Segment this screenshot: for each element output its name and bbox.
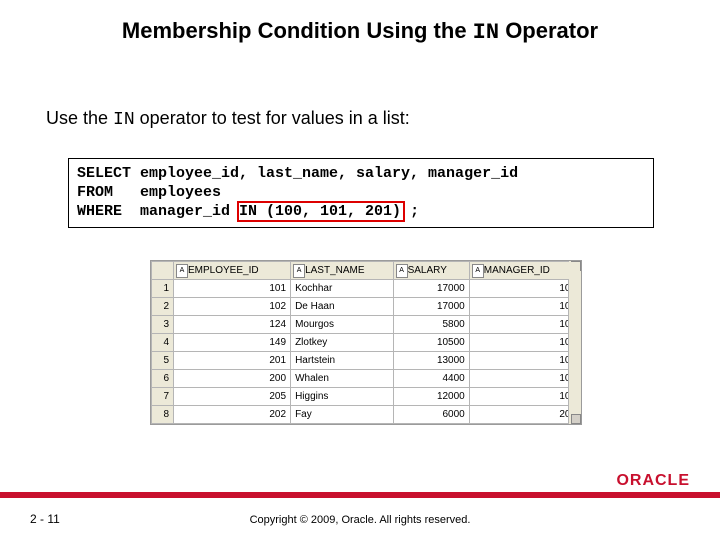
header-label: SALARY — [408, 265, 447, 276]
cell-manager-id: 100 — [469, 334, 580, 352]
cell-salary: 10500 — [393, 334, 469, 352]
cell-last-name: De Haan — [291, 298, 394, 316]
cell-salary: 5800 — [393, 316, 469, 334]
cell-last-name: Fay — [291, 406, 394, 424]
table-row: 1101Kochhar17000100 — [152, 280, 581, 298]
column-icon: A — [472, 264, 484, 278]
cell-manager-id: 201 — [469, 406, 580, 424]
title-mono: IN — [473, 20, 499, 45]
cell-manager-id: 101 — [469, 370, 580, 388]
cell-employee-id: 101 — [174, 280, 291, 298]
cell-last-name: Kochhar — [291, 280, 394, 298]
cell-last-name: Higgins — [291, 388, 394, 406]
subtitle-pre: Use the — [46, 108, 113, 128]
footer-red-bar — [0, 492, 720, 498]
row-number: 1 — [152, 280, 174, 298]
column-icon: A — [396, 264, 408, 278]
cell-last-name: Hartstein — [291, 352, 394, 370]
results-table: AEMPLOYEE_ID ALAST_NAME ASALARY AMANAGER… — [151, 261, 581, 424]
copyright-text: Copyright © 2009, Oracle. All rights res… — [0, 514, 720, 526]
header-employee-id: AEMPLOYEE_ID — [174, 262, 291, 280]
header-manager-id: AMANAGER_ID — [469, 262, 580, 280]
table-row: 6200Whalen4400101 — [152, 370, 581, 388]
results-grid: AEMPLOYEE_ID ALAST_NAME ASALARY AMANAGER… — [150, 260, 582, 425]
scrollbar-stub — [568, 261, 581, 424]
cell-employee-id: 149 — [174, 334, 291, 352]
cell-last-name: Whalen — [291, 370, 394, 388]
cell-salary: 4400 — [393, 370, 469, 388]
table-row: 5201Hartstein13000100 — [152, 352, 581, 370]
table-row: 7205Higgins12000101 — [152, 388, 581, 406]
code-line-3b: ; — [401, 203, 419, 220]
table-header-row: AEMPLOYEE_ID ALAST_NAME ASALARY AMANAGER… — [152, 262, 581, 280]
header-salary: ASALARY — [393, 262, 469, 280]
header-label: EMPLOYEE_ID — [188, 265, 259, 276]
header-blank — [152, 262, 174, 280]
cell-manager-id: 100 — [469, 280, 580, 298]
cell-salary: 17000 — [393, 298, 469, 316]
cell-employee-id: 102 — [174, 298, 291, 316]
sql-code-block: SELECT employee_id, last_name, salary, m… — [68, 158, 654, 228]
row-number: 8 — [152, 406, 174, 424]
table-row: 2102De Haan17000100 — [152, 298, 581, 316]
title-text-post: Operator — [499, 18, 598, 43]
column-icon: A — [176, 264, 188, 278]
cell-employee-id: 200 — [174, 370, 291, 388]
cell-salary: 17000 — [393, 280, 469, 298]
table-row: 8202Fay6000201 — [152, 406, 581, 424]
row-number: 4 — [152, 334, 174, 352]
cell-employee-id: 124 — [174, 316, 291, 334]
header-last-name: ALAST_NAME — [291, 262, 394, 280]
slide: Membership Condition Using the IN Operat… — [0, 0, 720, 540]
code-line-1: SELECT employee_id, last_name, salary, m… — [77, 165, 518, 182]
cell-salary: 13000 — [393, 352, 469, 370]
cell-last-name: Zlotkey — [291, 334, 394, 352]
subtitle-post: operator to test for values in a list: — [135, 108, 410, 128]
header-label: MANAGER_ID — [484, 265, 550, 276]
cell-employee-id: 201 — [174, 352, 291, 370]
cell-manager-id: 100 — [469, 298, 580, 316]
cell-last-name: Mourgos — [291, 316, 394, 334]
cell-manager-id: 101 — [469, 388, 580, 406]
row-number: 2 — [152, 298, 174, 316]
code-line-2: FROM employees — [77, 184, 221, 201]
cell-employee-id: 202 — [174, 406, 291, 424]
slide-subtitle: Use the IN operator to test for values i… — [46, 108, 410, 130]
column-icon: A — [293, 264, 305, 278]
oracle-logo: ORACLE — [616, 472, 690, 490]
cell-manager-id: 100 — [469, 316, 580, 334]
row-number: 6 — [152, 370, 174, 388]
cell-salary: 12000 — [393, 388, 469, 406]
table-row: 3124Mourgos5800100 — [152, 316, 581, 334]
slide-title: Membership Condition Using the IN Operat… — [0, 18, 720, 45]
subtitle-mono: IN — [113, 110, 135, 130]
row-number: 3 — [152, 316, 174, 334]
code-line-3a: WHERE manager_id — [77, 203, 239, 220]
cell-manager-id: 100 — [469, 352, 580, 370]
row-number: 7 — [152, 388, 174, 406]
cell-salary: 6000 — [393, 406, 469, 424]
title-text-pre: Membership Condition Using the — [122, 18, 473, 43]
header-label: LAST_NAME — [305, 265, 364, 276]
row-number: 5 — [152, 352, 174, 370]
table-row: 4149Zlotkey10500100 — [152, 334, 581, 352]
cell-employee-id: 205 — [174, 388, 291, 406]
code-highlighted: IN (100, 101, 201) — [239, 203, 401, 220]
table-body: 1101Kochhar170001002102De Haan1700010031… — [152, 280, 581, 424]
